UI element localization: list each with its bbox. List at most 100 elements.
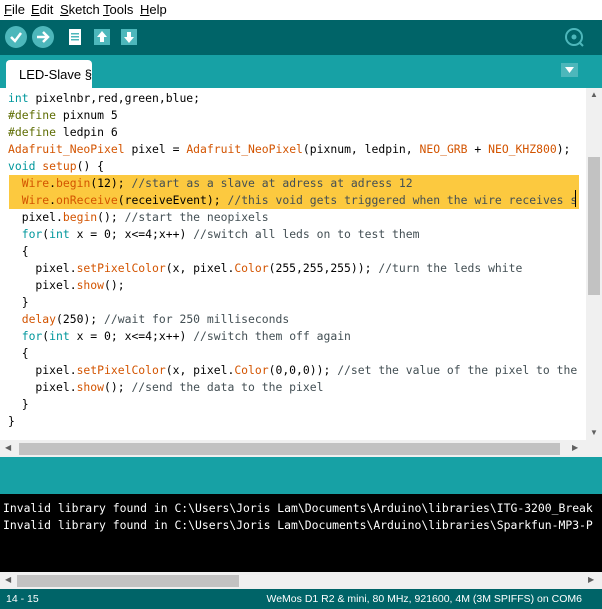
save-icon[interactable] <box>119 27 139 47</box>
tab-label: LED-Slave § <box>19 67 92 82</box>
menu-help[interactable]: Help <box>140 2 167 17</box>
tab-led-slave[interactable]: LED-Slave § <box>6 60 92 88</box>
menu-tools[interactable]: Tools <box>103 2 133 17</box>
code-token: pixnum 5 <box>62 108 118 122</box>
menu-sketch[interactable]: Sketch <box>60 2 100 17</box>
scroll-corner <box>586 440 602 457</box>
code-line: pixel.setPixelColor(x, pixel.Color(255,2… <box>8 260 522 277</box>
code-token: //this void gets triggered when the wire… <box>227 193 578 207</box>
line-position: 14 - 15 <box>6 593 39 605</box>
code-token: void <box>8 159 43 173</box>
verify-icon[interactable] <box>5 26 27 48</box>
text-cursor <box>575 190 576 207</box>
scroll-down-icon[interactable]: ▼ <box>590 428 598 437</box>
new-icon[interactable] <box>65 27 85 47</box>
code-editor[interactable]: int pixelnbr,red,green,blue; #define pixn… <box>0 88 586 440</box>
code-token: ledpin 6 <box>62 125 118 139</box>
code-token: pixel. <box>8 261 77 275</box>
code-token: show <box>76 380 105 394</box>
board-info: WeMos D1 R2 & mini, 80 MHz, 921600, 4M (… <box>266 593 583 605</box>
code-line: } <box>8 413 15 430</box>
code-token: //wait for 250 milliseconds <box>104 312 290 326</box>
code-token: x = 0; x<=4;x++) <box>69 227 194 241</box>
code-token: pixel. <box>8 278 77 292</box>
code-line: pixel.begin(); //start the neopixels <box>8 209 269 226</box>
code-token: (x, pixel. <box>165 363 235 377</box>
code-token: Wire <box>8 193 50 207</box>
code-line: { <box>8 243 29 260</box>
console-horizontal-scroll-thumb[interactable] <box>17 575 239 587</box>
code-token: . <box>56 210 63 224</box>
console-line: Invalid library found in C:\Users\Joris … <box>3 518 593 532</box>
status-bar: 14 - 15 WeMos D1 R2 & mini, 80 MHz, 9216… <box>0 589 602 609</box>
code-token: ); <box>556 142 571 156</box>
code-token: (255,255,255)); <box>268 261 379 275</box>
console-line: Invalid library found in C:\Users\Joris … <box>3 501 593 515</box>
editor-vertical-scroll-thumb[interactable] <box>588 157 600 295</box>
code-token: (0,0,0)); <box>268 363 338 377</box>
code-line: #define ledpin 6 <box>8 124 118 141</box>
scroll-up-icon[interactable]: ▲ <box>590 90 598 99</box>
code-token: setup <box>42 159 77 173</box>
code-line: for(int x = 0; x<=4;x++) //switch all le… <box>8 226 420 243</box>
tab-bar: LED-Slave § <box>0 55 602 88</box>
code-token: Adafruit_NeoPixel <box>8 142 125 156</box>
code-line: void setup() { <box>8 158 104 175</box>
code-token: (receiveEvent); <box>117 193 228 207</box>
console-scroll-right-icon[interactable]: ▶ <box>588 575 594 584</box>
code-token: //start the neopixels <box>124 210 269 224</box>
tab-menu-button[interactable] <box>561 63 578 77</box>
code-token: { <box>8 346 29 360</box>
code-token: //turn the leds white <box>378 261 523 275</box>
code-token: int <box>8 91 36 105</box>
code-token: show <box>76 278 105 292</box>
code-token: () { <box>76 159 105 173</box>
code-token: //set the value of the pixel to the <box>337 363 578 377</box>
code-token: Color <box>234 261 269 275</box>
code-token: delay <box>8 312 57 326</box>
code-token: //send the data to the pixel <box>131 380 324 394</box>
menu-file[interactable]: File <box>4 2 25 17</box>
open-icon[interactable] <box>92 27 112 47</box>
code-line: int pixelnbr,red,green,blue; <box>8 90 200 107</box>
code-token: setPixelColor <box>76 261 166 275</box>
menu-edit[interactable]: Edit <box>31 2 53 17</box>
code-token: setPixelColor <box>76 363 166 377</box>
code-line: for(int x = 0; x<=4;x++) //switch them o… <box>8 328 351 345</box>
serial-monitor-icon[interactable] <box>563 26 585 48</box>
code-token: //switch them off again <box>193 329 351 343</box>
scroll-left-icon[interactable]: ◀ <box>5 443 11 452</box>
code-token: pixel = <box>124 142 187 156</box>
scroll-right-icon[interactable]: ▶ <box>572 443 578 452</box>
upload-icon[interactable] <box>32 26 54 48</box>
code-token: for <box>8 227 43 241</box>
code-token: pixel. <box>8 363 77 377</box>
code-token: Wire <box>8 176 50 190</box>
code-line: } <box>8 294 29 311</box>
code-line: delay(250); //wait for 250 milliseconds <box>8 311 290 328</box>
editor-horizontal-scroll-thumb[interactable] <box>19 443 560 455</box>
code-token: Color <box>234 363 269 377</box>
code-token: (); <box>104 278 125 292</box>
console-scroll-left-icon[interactable]: ◀ <box>5 575 11 584</box>
code-token: NEO_KHZ800 <box>488 142 557 156</box>
code-token: (pixnum, ledpin, <box>302 142 420 156</box>
code-line: #define pixnum 5 <box>8 107 118 124</box>
code-token: . <box>49 176 57 190</box>
code-token: int <box>49 227 70 241</box>
toolbar <box>0 20 602 55</box>
code-line: Adafruit_NeoPixel pixel = Adafruit_NeoPi… <box>8 141 570 158</box>
code-line: } <box>8 396 29 413</box>
code-token: (); <box>104 380 132 394</box>
console-divider[interactable] <box>0 457 602 494</box>
code-line: pixel.show(); //send the data to the pix… <box>8 379 323 396</box>
code-token: begin <box>56 176 91 190</box>
code-token: begin <box>62 210 98 224</box>
code-token: } <box>8 295 29 309</box>
code-token: NEO_GRB <box>419 142 468 156</box>
code-token: int <box>49 329 70 343</box>
code-token: Adafruit_NeoPixel <box>186 142 303 156</box>
code-token: (250); <box>56 312 105 326</box>
code-line: Wire.onReceive(receiveEvent); //this voi… <box>8 192 578 209</box>
chevron-down-icon <box>565 67 574 73</box>
